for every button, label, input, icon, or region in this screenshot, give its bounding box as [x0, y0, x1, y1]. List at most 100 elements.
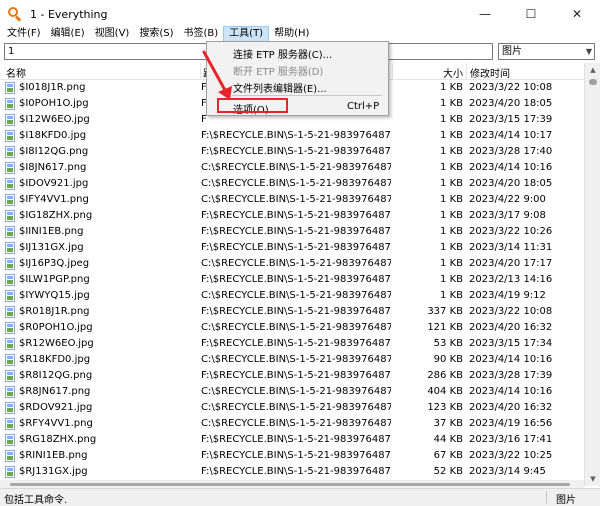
image-file-icon [5, 402, 15, 414]
table-row[interactable]: $R18KFD0.jpg C:\$RECYCLE.BIN\S-1-5-21-983… [0, 352, 584, 368]
menu-bookmarks[interactable]: 书签(B) [179, 26, 224, 42]
scroll-down-icon[interactable]: ▼ [585, 472, 600, 486]
file-name: $I0POH1O.jpg [19, 98, 89, 109]
status-filter: 图片 [556, 495, 576, 506]
file-modified: 2023/4/14 10:17 [469, 130, 553, 141]
table-row[interactable]: $IG18ZHX.png F:\$RECYCLE.BIN\S-1-5-21-983… [0, 208, 584, 224]
file-size: 123 KB [427, 402, 463, 413]
image-file-icon [5, 450, 15, 462]
scroll-thumb[interactable] [589, 79, 597, 85]
file-size: 1 KB [440, 226, 463, 237]
table-row[interactable]: $RJ131GX.jpg F:\$RECYCLE.BIN\S-1-5-21-983… [0, 464, 584, 480]
table-row[interactable]: $R8JN617.png C:\$RECYCLE.BIN\S-1-5-21-983… [0, 384, 584, 400]
magnifier-icon [8, 7, 22, 22]
file-modified: 2023/4/14 10:16 [469, 354, 553, 365]
table-row[interactable]: $RG18ZHX.png F:\$RECYCLE.BIN\S-1-5-21-983… [0, 432, 584, 448]
file-path: C:\$RECYCLE.BIN\S-1-5-21-983976487-1... [201, 386, 391, 397]
menu-tools[interactable]: 工具(T) [223, 26, 270, 42]
horizontal-scrollbar[interactable] [0, 480, 584, 488]
file-path: F:\$RECYCLE.BIN\S-1-5-21-983976487-10... [201, 338, 391, 349]
scroll-up-icon[interactable]: ▲ [585, 63, 600, 77]
file-size: 1 KB [440, 146, 463, 157]
file-modified: 2023/3/22 10:25 [469, 450, 553, 461]
maximize-button[interactable]: ☐ [508, 0, 554, 28]
horizontal-scroll-thumb[interactable] [10, 483, 570, 486]
filter-select[interactable]: 图片 ▼ [498, 43, 595, 60]
image-file-icon [5, 82, 15, 94]
menu-item-connect-etp[interactable]: 连接 ETP 服务器(C)... [208, 44, 387, 61]
file-path: C:\$RECYCLE.BIN\S-1-5-21-983976487-1... [201, 354, 391, 365]
file-path: F:\$RECYCLE.BIN\S-1-5-21-983976487-10... [201, 210, 391, 221]
image-file-icon [5, 338, 15, 350]
file-modified: 2023/3/22 10:26 [469, 226, 553, 237]
table-row[interactable]: $I18KFD0.jpg F:\$RECYCLE.BIN\S-1-5-21-983… [0, 128, 584, 144]
status-bar: 包括工具命令. 图片 [0, 488, 600, 506]
file-path: F:\$RECYCLE.BIN\S-1-5-21-983976487-10... [201, 146, 391, 157]
vertical-scrollbar[interactable]: ▲ ▼ [584, 63, 600, 486]
table-row[interactable]: $R12W6EO.jpg F:\$RECYCLE.BIN\S-1-5-21-983… [0, 336, 584, 352]
minimize-button[interactable]: — [462, 0, 508, 28]
table-row[interactable]: $I8I12QG.png F:\$RECYCLE.BIN\S-1-5-21-983… [0, 144, 584, 160]
file-path: C:\$RECYCLE.BIN\S-1-5-21-983976487-1... [201, 418, 391, 429]
menu-edit[interactable]: 编辑(E) [46, 26, 90, 42]
image-file-icon [5, 274, 15, 286]
file-name: $RFY4VV1.png [19, 418, 93, 429]
image-file-icon [5, 114, 15, 126]
table-row[interactable]: $ILW1PGP.png F:\$RECYCLE.BIN\S-1-5-21-983… [0, 272, 584, 288]
file-name: $I018J1R.png [19, 82, 86, 93]
table-row[interactable]: $R018J1R.png F:\$RECYCLE.BIN\S-1-5-21-983… [0, 304, 584, 320]
file-name: $I18KFD0.jpg [19, 130, 87, 141]
table-row[interactable]: $IJ131GX.jpg F:\$RECYCLE.BIN\S-1-5-21-983… [0, 240, 584, 256]
menu-item-disconnect-etp: 断开 ETP 服务器(D) [233, 67, 324, 78]
file-modified: 2023/3/28 17:39 [469, 370, 553, 381]
menu-item-file-list-editor[interactable]: 文件列表编辑器(E)... [208, 78, 387, 95]
file-size: 121 KB [427, 322, 463, 333]
file-path: C:\$RECYCLE.BIN\S-1-5-21-983976487-1... [201, 178, 391, 189]
image-file-icon [5, 434, 15, 446]
file-list: $I018J1R.png F 1 KB 2023/3/22 10:08 $I0POH1O… [0, 80, 584, 480]
file-modified: 2023/3/22 10:08 [469, 82, 553, 93]
table-row[interactable]: $I8JN617.png C:\$RECYCLE.BIN\S-1-5-21-983… [0, 160, 584, 176]
table-row[interactable]: $IDOV921.jpg C:\$RECYCLE.BIN\S-1-5-21-983… [0, 176, 584, 192]
file-modified: 2023/4/20 16:32 [469, 402, 553, 413]
file-name: $RDOV921.jpg [19, 402, 93, 413]
table-row[interactable]: $RFY4VV1.png C:\$RECYCLE.BIN\S-1-5-21-983… [0, 416, 584, 432]
column-modified[interactable]: 修改时间 [470, 65, 510, 80]
table-row[interactable]: $RDOV921.jpg C:\$RECYCLE.BIN\S-1-5-21-983… [0, 400, 584, 416]
file-name: $R18KFD0.jpg [19, 354, 91, 365]
file-name: $IINI1EB.png [19, 226, 84, 237]
file-name: $ILW1PGP.png [19, 274, 90, 285]
file-modified: 2023/2/13 14:16 [469, 274, 553, 285]
menu-help[interactable]: 帮助(H) [269, 26, 314, 42]
file-size: 1 KB [440, 210, 463, 221]
table-row[interactable]: $R0POH1O.jpg C:\$RECYCLE.BIN\S-1-5-21-983… [0, 320, 584, 336]
file-path: F:\$RECYCLE.BIN\S-1-5-21-983976487-10... [201, 370, 391, 381]
annotation-highlight-box [217, 98, 288, 113]
menu-file[interactable]: 文件(F) [2, 26, 46, 42]
table-row[interactable]: $IYWYQ15.jpg C:\$RECYCLE.BIN\S-1-5-21-983… [0, 288, 584, 304]
file-size: 1 KB [440, 162, 463, 173]
menu-view[interactable]: 视图(V) [90, 26, 135, 42]
table-row[interactable]: $R8I12QG.png F:\$RECYCLE.BIN\S-1-5-21-983… [0, 368, 584, 384]
file-path: F:\$RECYCLE.BIN\S-1-5-21-983976487-10... [201, 306, 391, 317]
file-modified: 2023/3/28 17:40 [469, 146, 553, 157]
image-file-icon [5, 242, 15, 254]
file-size: 53 KB [433, 338, 463, 349]
image-file-icon [5, 130, 15, 142]
table-row[interactable]: $IJ16P3Q.jpeg C:\$RECYCLE.BIN\S-1-5-21-98… [0, 256, 584, 272]
table-row[interactable]: $RINI1EB.png F:\$RECYCLE.BIN\S-1-5-21-983… [0, 448, 584, 464]
menu-search[interactable]: 搜索(S) [134, 26, 178, 42]
column-name[interactable]: 名称 [6, 65, 26, 80]
close-button[interactable]: ✕ [554, 0, 600, 28]
file-path: C:\$RECYCLE.BIN\S-1-5-21-983976487-1... [201, 290, 391, 301]
table-row[interactable]: $IFY4VV1.png C:\$RECYCLE.BIN\S-1-5-21-983… [0, 192, 584, 208]
file-modified: 2023/4/22 9:00 [469, 194, 546, 205]
column-size[interactable]: 大小 [443, 65, 463, 80]
table-row[interactable]: $IINI1EB.png F:\$RECYCLE.BIN\S-1-5-21-983… [0, 224, 584, 240]
file-path: F:\$RECYCLE.BIN\S-1-5-21-983976487-10... [201, 434, 391, 445]
title-bar: 1 - Everything — ☐ ✕ [0, 0, 600, 28]
file-modified: 2023/3/22 10:08 [469, 306, 553, 317]
file-modified: 2023/4/20 18:05 [469, 178, 553, 189]
file-modified: 2023/3/15 17:34 [469, 338, 553, 349]
image-file-icon [5, 226, 15, 238]
